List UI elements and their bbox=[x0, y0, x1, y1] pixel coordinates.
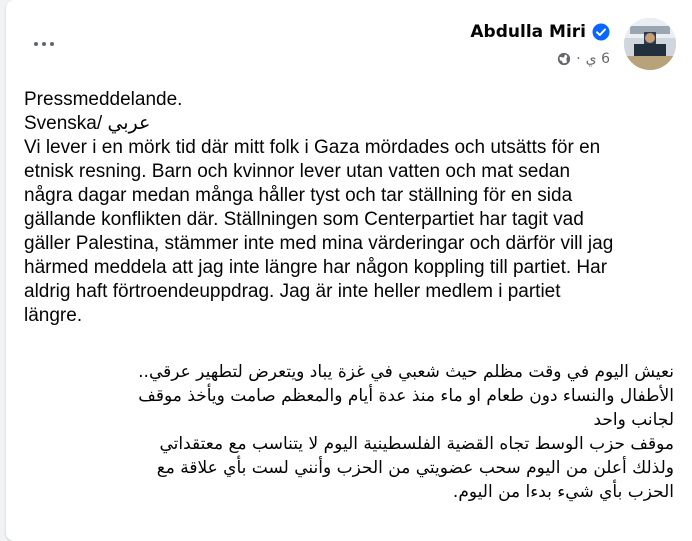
author-row: Abdulla Miri bbox=[470, 22, 610, 42]
verified-badge-icon bbox=[592, 23, 610, 41]
arabic-text-line: ولذلك أعلن من اليوم سحب عضويتي من الحزب … bbox=[156, 458, 674, 478]
text-line: Svenska/ عربي bbox=[24, 113, 151, 134]
arabic-text-line: الأطفال والنساء دون طعام او ماء منذ عدة … bbox=[138, 386, 674, 406]
text-line: gällande konflikten där. Ställningen som… bbox=[24, 209, 584, 230]
avatar[interactable] bbox=[624, 18, 676, 70]
globe-icon[interactable] bbox=[557, 52, 571, 66]
meta-separator: · bbox=[576, 51, 581, 67]
text-line: aldrig haft förtroendeuppdrag. Jag är in… bbox=[24, 281, 561, 302]
text-line: längre. bbox=[24, 305, 83, 326]
text-line: Vi lever i en mörk tid där mitt folk i G… bbox=[24, 137, 601, 158]
text-line: härmed meddela att jag inte längre har n… bbox=[24, 257, 608, 278]
arabic-text-line: الحزب بأي شيء بدءا من اليوم. bbox=[452, 482, 674, 502]
arabic-text-line: موقف حزب الوسط تجاه القضية الفلسطينية ال… bbox=[159, 434, 674, 454]
profile-photo bbox=[624, 18, 676, 70]
text-line: gäller Palestina, stämmer inte med mina … bbox=[24, 233, 614, 254]
more-options-button[interactable] bbox=[26, 26, 62, 62]
post-body-swedish: Pressmeddelande. Svenska/ عربي Vi lever … bbox=[24, 88, 680, 328]
post-meta: 6 ي · bbox=[557, 51, 610, 67]
text-line: några dagar medan många håller tyst och … bbox=[24, 185, 573, 206]
arabic-text-line: نعيش اليوم في وقت مظلم حيث شعبي في غزة ي… bbox=[138, 362, 674, 382]
author-name[interactable]: Abdulla Miri bbox=[470, 22, 586, 42]
arabic-text-line: لجانب واحد bbox=[593, 410, 674, 430]
post-header: Abdulla Miri 6 ي · bbox=[6, 0, 692, 82]
post-card: Abdulla Miri 6 ي · Pressmeddelande. Sven… bbox=[6, 0, 692, 541]
text-line: etnisk resning. Barn och kvinnor lever u… bbox=[24, 161, 571, 182]
text-line: Pressmeddelande. bbox=[24, 89, 183, 110]
post-time[interactable]: 6 ي bbox=[586, 51, 610, 67]
more-options-icon bbox=[34, 42, 38, 46]
post-body-arabic: نعيش اليوم في وقت مظلم حيث شعبي في غزة ي… bbox=[14, 360, 674, 504]
